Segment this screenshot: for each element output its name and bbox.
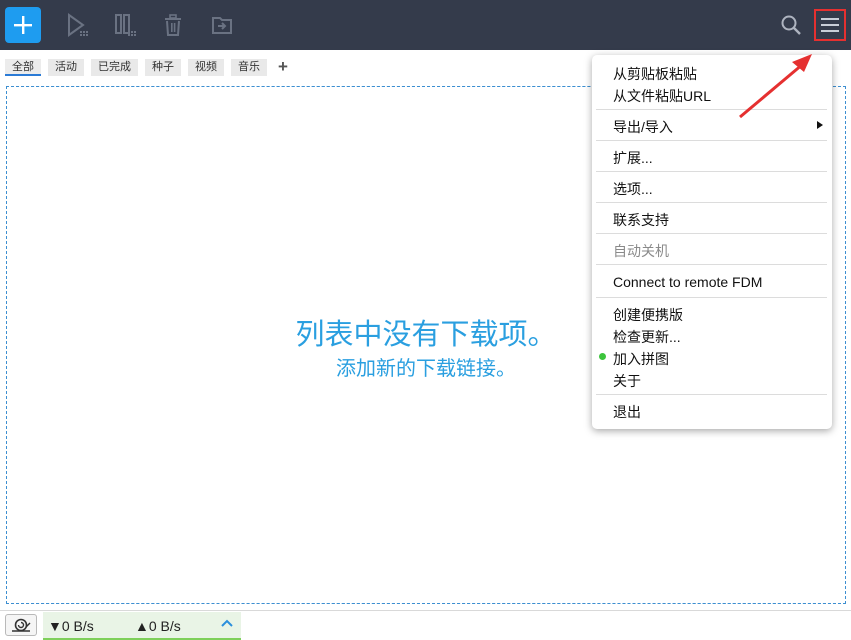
tab-torrents[interactable]: 种子 [145,58,181,76]
main-menu-button[interactable] [814,9,846,41]
chevron-up-icon[interactable] [220,616,234,630]
menu-separator [596,171,827,172]
tab-completed[interactable]: 已完成 [91,58,138,76]
menu-separator [596,202,827,203]
move-button[interactable] [204,7,240,43]
submenu-arrow-icon [817,121,823,129]
menu-separator [596,394,827,395]
menu-item-auto-shutdown: 自动关机 [613,243,669,259]
menu-separator [596,109,827,110]
menu-item-quit[interactable]: 退出 [613,402,641,422]
trash-icon [165,14,181,36]
menu-item-export-import[interactable]: 导出/导入 [613,117,673,137]
hamburger-icon [821,18,839,32]
filter-tabs: 全部 活动 已完成 种子 视频 音乐 + [5,58,292,76]
menu-separator [596,140,827,141]
menu-item-extensions[interactable]: 扩展... [613,148,653,168]
plus-icon [14,16,32,34]
delete-button[interactable] [155,7,191,43]
menu-item-connect-remote[interactable]: Connect to remote FDM [613,274,762,290]
menu-separator [596,297,827,298]
menu-item-paste-clipboard[interactable]: 从剪贴板粘贴 [613,64,697,84]
download-speed: ▼0 B/s [48,618,94,634]
add-tab-button[interactable]: + [274,58,292,76]
folder-move-icon [212,17,232,34]
menu-separator [596,264,827,265]
pause-button[interactable] [106,7,142,43]
menu-item-check-updates[interactable]: 检查更新... [613,327,681,347]
menu-item-contact-support[interactable]: 联系支持 [613,210,669,230]
menu-separator [596,233,827,234]
play-icon [68,13,88,37]
add-download-button[interactable] [5,7,41,43]
main-menu-dropdown: 从剪贴板粘贴 从文件粘贴URL 导出/导入 扩展... 选项... 联系支持 自… [592,55,832,429]
main-toolbar [0,0,851,50]
upload-speed: ▲0 B/s [135,618,181,634]
menu-item-paste-file-url[interactable]: 从文件粘贴URL [613,86,711,106]
snail-icon [12,618,31,632]
status-bar: ▼0 B/s ▲0 B/s [0,610,851,640]
tab-all[interactable]: 全部 [5,58,41,76]
tab-active[interactable]: 活动 [48,58,84,76]
resume-button[interactable] [58,7,94,43]
pause-icon [115,14,136,36]
menu-item-about[interactable]: 关于 [613,371,641,391]
search-icon [781,15,801,35]
speed-limit-toggle[interactable] [5,614,37,636]
menu-item-options[interactable]: 选项... [613,179,653,199]
search-button[interactable] [773,7,809,43]
speed-panel[interactable]: ▼0 B/s ▲0 B/s [43,612,241,640]
tab-music[interactable]: 音乐 [231,58,267,76]
tab-video[interactable]: 视频 [188,58,224,76]
menu-item-create-portable[interactable]: 创建便携版 [613,305,683,325]
menu-item-join-pintu[interactable]: 加入拼图 [613,349,669,369]
status-dot-icon [599,353,606,360]
